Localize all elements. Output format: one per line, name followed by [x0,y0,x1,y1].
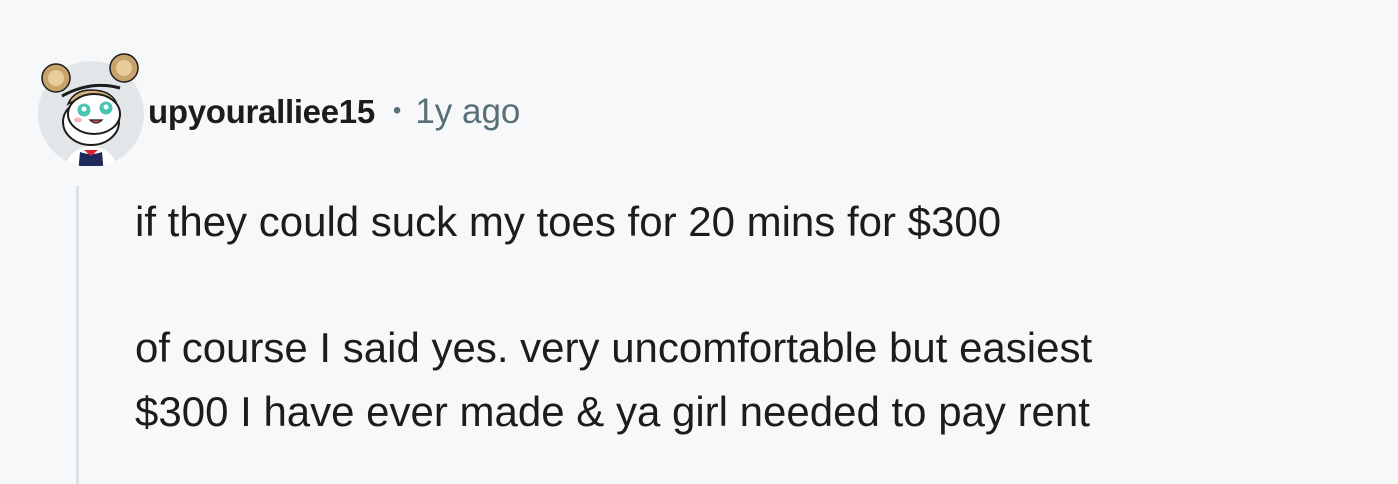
user-avatar[interactable] [34,52,148,166]
thread-collapse-line[interactable] [76,186,79,484]
comment-body: if they could suck my toes for 20 mins f… [135,190,1375,444]
comment-header: upyouralliee15 • 1y ago [148,88,520,136]
separator-dot: • [392,97,402,124]
snoo-avatar-icon [38,53,144,166]
comment-paragraph-2-line-2: $300 I have ever made & ya girl needed t… [135,388,1090,435]
comment-paragraph-2-line-1: of course I said yes. very uncomfortable… [135,324,1093,371]
username-link[interactable]: upyouralliee15 [148,93,375,131]
comment-timestamp[interactable]: 1y ago [415,92,520,132]
comment: upyouralliee15 • 1y ago if they could su… [0,0,1398,484]
comment-paragraph-1: if they could suck my toes for 20 mins f… [135,198,1002,245]
